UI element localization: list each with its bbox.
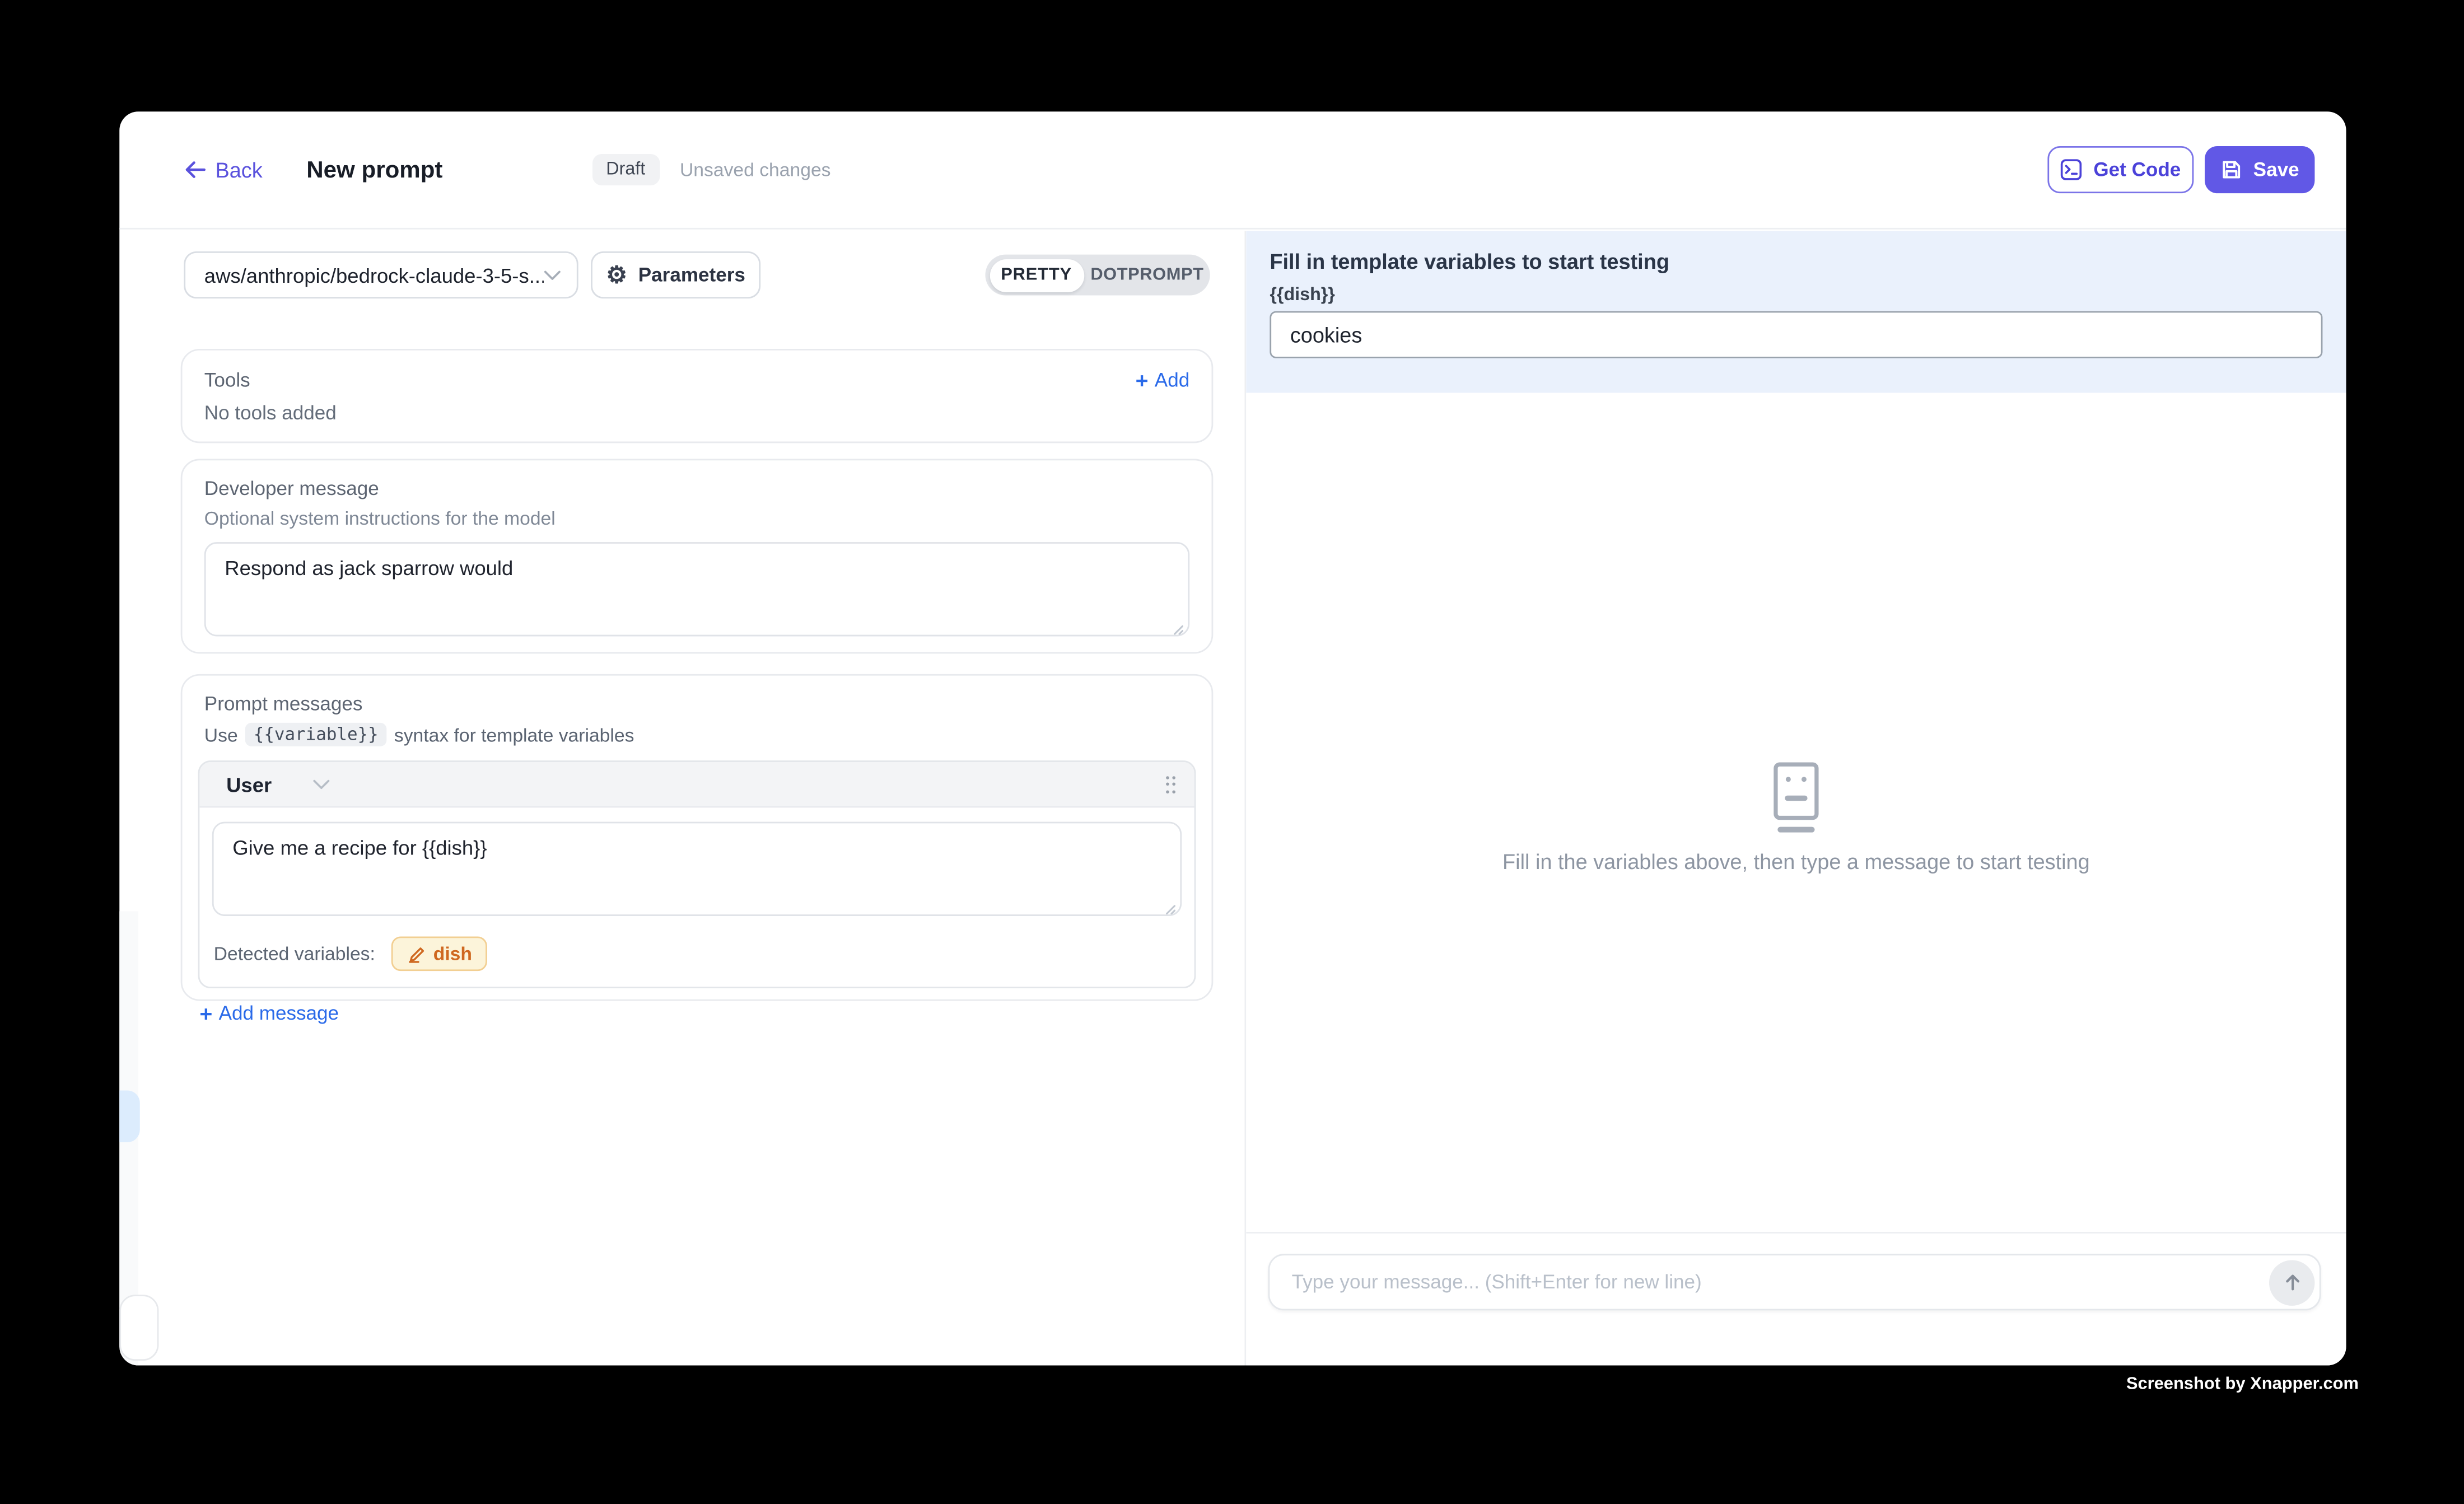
message-block: User Give me a recipe for {{dish}} Detec…	[198, 760, 1196, 988]
role-select[interactable]	[312, 778, 330, 790]
developer-message-card: Developer message Optional system instru…	[181, 459, 1214, 653]
role-select-value: User	[226, 772, 272, 796]
header: Back New prompt Draft Unsaved changes Ge…	[119, 111, 2346, 229]
variable-input-label: {{dish}}	[1270, 286, 2322, 305]
edit-pencil-icon	[407, 944, 426, 963]
sidebar-card-fragment	[119, 1295, 158, 1361]
gear-icon: ⚙	[606, 263, 627, 287]
hint-prefix: Use	[204, 723, 238, 745]
tools-title: Tools	[204, 369, 250, 391]
developer-message-subtitle: Optional system instructions for the mod…	[204, 507, 1189, 529]
arrow-up-icon	[2283, 1273, 2302, 1292]
app-window: Back New prompt Draft Unsaved changes Ge…	[119, 111, 2346, 1365]
arrow-left-icon	[184, 160, 206, 179]
hint-suffix: syntax for template variables	[394, 723, 634, 745]
back-button[interactable]: Back	[184, 158, 262, 181]
variable-badge-dish[interactable]: dish	[391, 936, 488, 971]
toggle-pretty[interactable]: PRETTY	[989, 259, 1083, 292]
save-icon	[2220, 158, 2242, 180]
watermark-text: Screenshot by Xnapper.com	[2126, 1375, 2359, 1394]
chat-message-input[interactable]	[1289, 1269, 2269, 1295]
add-tool-label: Add	[1155, 369, 1189, 391]
code-terminal-icon	[2060, 158, 2082, 180]
parameters-label: Parameters	[638, 264, 745, 286]
hint-code: {{variable}}	[246, 723, 386, 746]
model-select[interactable]: aws/anthropic/bedrock-claude-3-5-s...	[184, 251, 578, 298]
detected-variables-row: Detected variables: dish	[212, 936, 1182, 973]
send-button[interactable]	[2269, 1259, 2314, 1305]
empty-state-text: Fill in the variables above, then type a…	[1246, 850, 2346, 874]
save-button[interactable]: Save	[2205, 146, 2314, 193]
plus-icon: +	[199, 1002, 212, 1024]
variable-badge-label: dish	[433, 943, 472, 965]
message-text-input[interactable]: Give me a recipe for {{dish}}	[212, 822, 1182, 916]
view-mode-toggle: PRETTY DOTPROMPT	[985, 255, 1210, 296]
tools-empty-text: No tools added	[204, 402, 1189, 424]
plus-icon: +	[1136, 369, 1149, 391]
chevron-down-icon	[312, 778, 330, 790]
chat-input-bar	[1268, 1254, 2321, 1310]
model-select-value: aws/anthropic/bedrock-claude-3-5-s...	[204, 263, 544, 287]
variable-value-input[interactable]	[1270, 311, 2322, 358]
get-code-label: Get Code	[2093, 158, 2181, 180]
add-message-label: Add message	[219, 1002, 339, 1024]
message-role-bar: User	[199, 762, 1194, 807]
add-message-button[interactable]: + Add message	[199, 1002, 1196, 1024]
developer-message-title: Developer message	[204, 478, 1189, 499]
developer-message-input[interactable]: Respond as jack sparrow would	[204, 542, 1189, 636]
screenshot-stage: Back New prompt Draft Unsaved changes Ge…	[0, 0, 2464, 1503]
prompt-messages-title: Prompt messages	[204, 693, 1189, 714]
chevron-down-icon	[544, 269, 561, 281]
variables-banner-title: Fill in template variables to start test…	[1270, 250, 2322, 273]
detected-variables-label: Detected variables:	[214, 943, 375, 965]
status-badge: Draft	[592, 154, 659, 185]
test-panel: Fill in template variables to start test…	[1244, 231, 2346, 1365]
chat-divider	[1246, 1232, 2346, 1234]
drag-handle-icon[interactable]	[1165, 776, 1175, 793]
variables-banner: Fill in template variables to start test…	[1246, 231, 2346, 393]
sidebar-selected-item-fragment	[119, 1090, 139, 1142]
back-label: Back	[215, 158, 262, 181]
robot-face-icon	[1770, 762, 1823, 834]
page-title: New prompt	[306, 156, 442, 183]
toggle-dotprompt[interactable]: DOTPROMPT	[1084, 255, 1210, 296]
parameters-button[interactable]: ⚙ Parameters	[591, 251, 760, 298]
add-tool-button[interactable]: + Add	[1136, 369, 1190, 391]
prompt-messages-card: Prompt messages Use {{variable}} syntax …	[181, 674, 1214, 1001]
tools-card: Tools + Add No tools added	[181, 349, 1214, 443]
header-actions: Get Code Save	[2047, 146, 2314, 193]
variable-syntax-hint: Use {{variable}} syntax for template var…	[204, 723, 1189, 746]
get-code-button[interactable]: Get Code	[2047, 146, 2194, 193]
unsaved-changes-note: Unsaved changes	[680, 158, 831, 180]
save-label: Save	[2253, 158, 2299, 180]
